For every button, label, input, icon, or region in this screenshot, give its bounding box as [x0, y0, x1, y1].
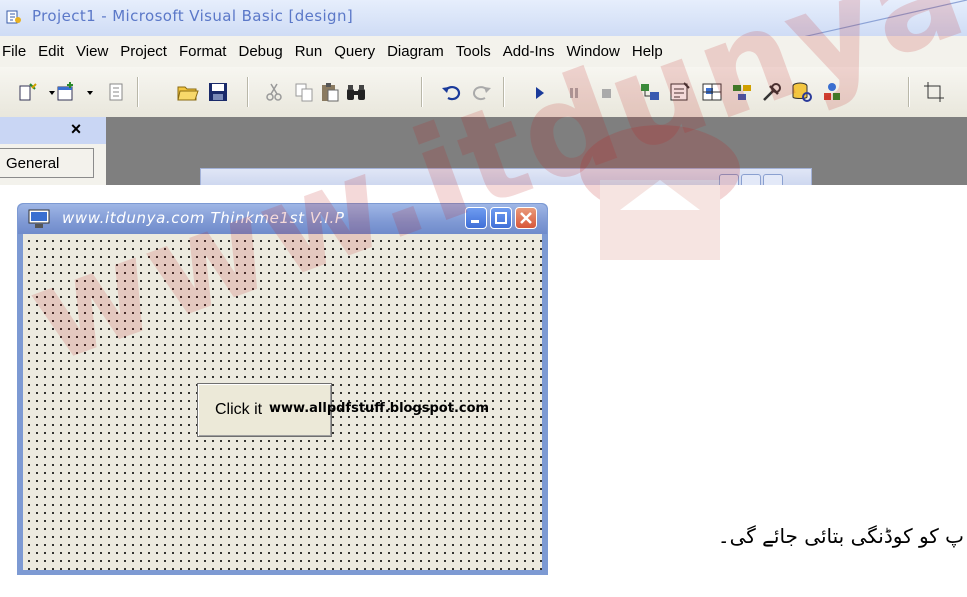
menu-editor-icon[interactable]: [104, 80, 128, 104]
close-icon: [520, 212, 532, 224]
toolbox-icon[interactable]: [760, 80, 784, 104]
find-icon[interactable]: [344, 80, 368, 104]
maximize-button[interactable]: [490, 207, 512, 229]
maximize-icon: [495, 212, 507, 224]
chevron-down-icon[interactable]: [40, 80, 55, 104]
toolbox-general-tab[interactable]: General: [0, 148, 94, 178]
open-folder-icon[interactable]: [176, 80, 200, 104]
toolbox-header: [0, 117, 106, 145]
cut-icon[interactable]: [262, 80, 286, 104]
chevron-down-icon[interactable]: [78, 80, 93, 104]
ide-window-title: Project1 - Microsoft Visual Basic [desig…: [32, 7, 354, 25]
overlay-url-text: www.allpdfstuff.blogspot.com: [269, 401, 490, 416]
minimize-icon: [471, 220, 479, 223]
standard-toolbar: [0, 67, 967, 117]
menu-query[interactable]: Query: [328, 43, 381, 60]
urdu-caption: پ کو کوڈنگی بتائی جائے گی۔: [717, 524, 964, 548]
form-layout-icon[interactable]: [700, 80, 724, 104]
form-window-icon: [28, 209, 50, 228]
minimize-button[interactable]: [465, 207, 487, 229]
toolbar-separator: [503, 77, 505, 107]
menu-help[interactable]: Help: [626, 43, 669, 60]
start-run-icon[interactable]: [528, 80, 552, 104]
redo-icon[interactable]: [469, 80, 493, 104]
form-title: www.itdunya.com Thinkme1st V.I.P: [62, 209, 345, 227]
menu-tools[interactable]: Tools: [450, 43, 497, 60]
menu-diagram[interactable]: Diagram: [381, 43, 450, 60]
menu-add-ins[interactable]: Add-Ins: [497, 43, 561, 60]
crop-select-icon[interactable]: [922, 80, 946, 104]
undo-icon[interactable]: [440, 80, 464, 104]
menu-view[interactable]: View: [70, 43, 114, 60]
vb-project-icon: [6, 10, 21, 24]
add-form-icon[interactable]: [54, 80, 78, 104]
break-icon[interactable]: [562, 80, 586, 104]
ide-title-bar: Project1 - Microsoft Visual Basic [desig…: [0, 0, 967, 36]
menu-bar: File Edit View Project Format Debug Run …: [0, 36, 967, 67]
menu-format[interactable]: Format: [173, 43, 233, 60]
menu-window[interactable]: Window: [561, 43, 626, 60]
add-project-icon[interactable]: [16, 80, 40, 104]
close-icon[interactable]: ×: [66, 119, 86, 139]
properties-window-icon[interactable]: [668, 80, 692, 104]
close-button[interactable]: [515, 207, 537, 229]
copy-icon[interactable]: [292, 80, 316, 104]
data-view-icon[interactable]: [790, 80, 814, 104]
menu-project[interactable]: Project: [114, 43, 173, 60]
toolbar-separator: [421, 77, 423, 107]
menu-file[interactable]: File: [0, 43, 32, 60]
visual-component-manager-icon[interactable]: [820, 80, 844, 104]
end-icon[interactable]: [594, 80, 618, 104]
project-explorer-icon[interactable]: [638, 80, 662, 104]
toolbar-separator: [247, 77, 249, 107]
toolbar-separator: [908, 77, 910, 107]
project-window-titlebar: [200, 168, 812, 188]
menu-edit[interactable]: Edit: [32, 43, 70, 60]
menu-debug[interactable]: Debug: [232, 43, 288, 60]
menu-run[interactable]: Run: [289, 43, 329, 60]
command-button-caption: Click it: [215, 401, 263, 418]
toolbar-separator: [137, 77, 139, 107]
save-icon[interactable]: [206, 80, 230, 104]
paste-icon[interactable]: [318, 80, 342, 104]
object-browser-icon[interactable]: [730, 80, 754, 104]
